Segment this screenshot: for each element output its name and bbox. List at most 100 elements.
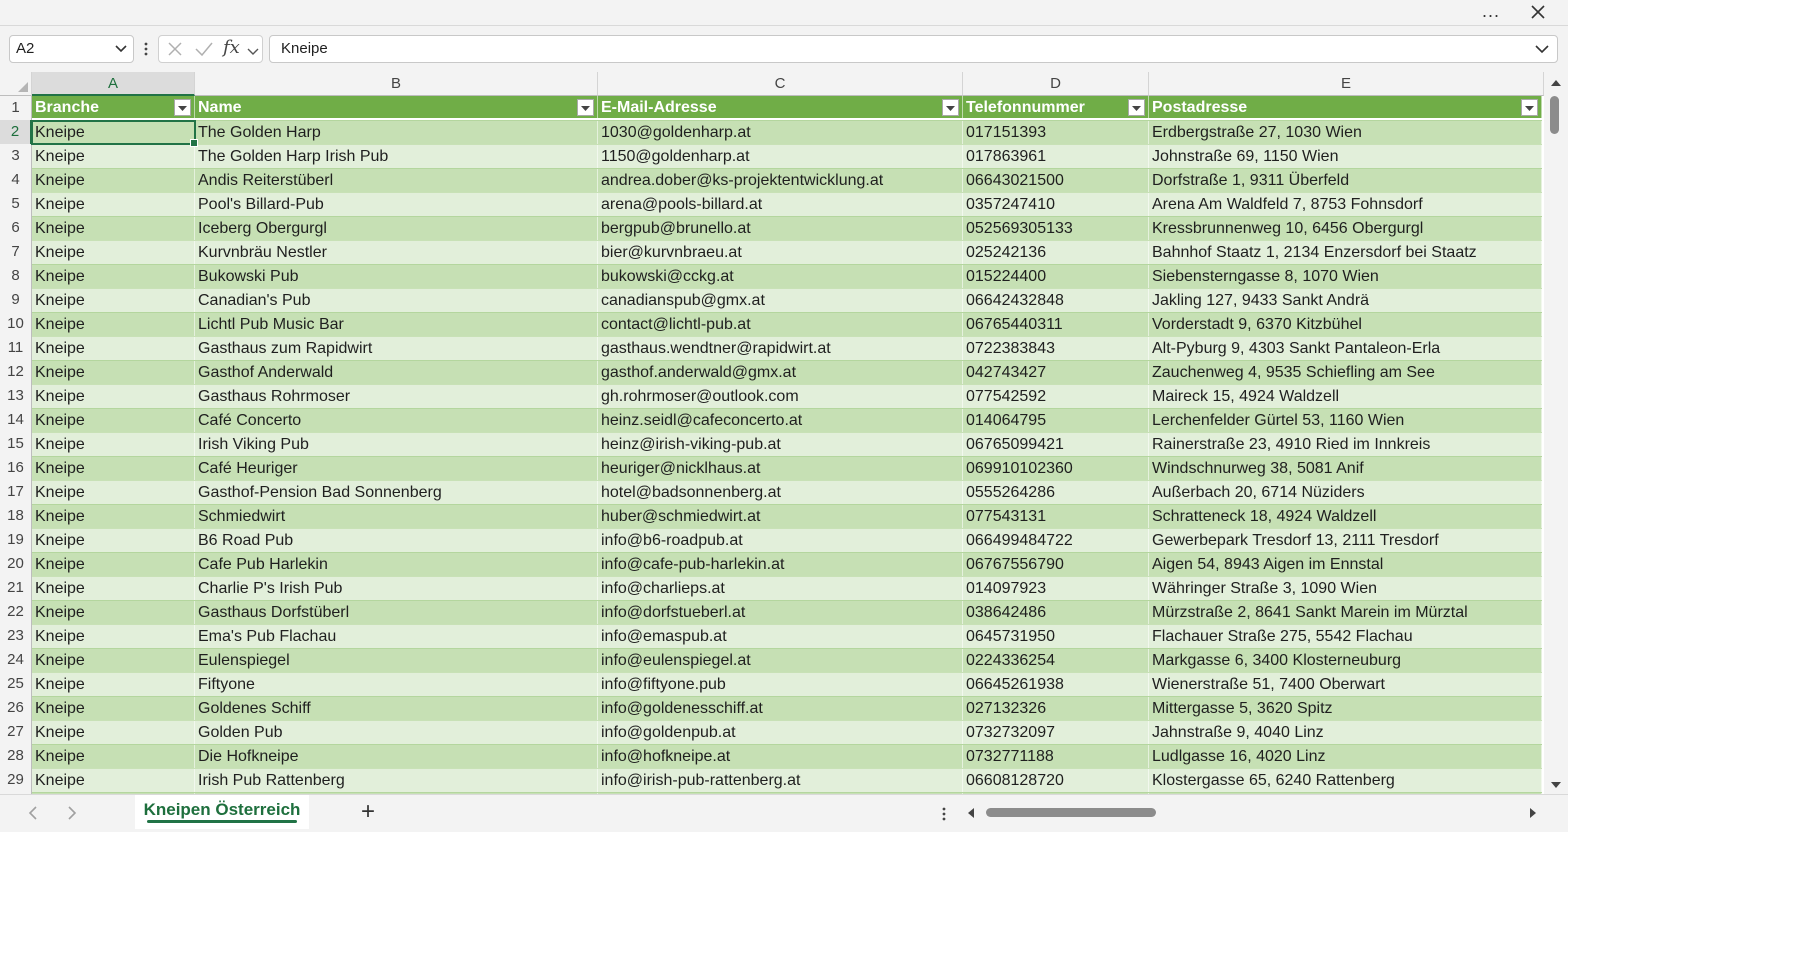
row-header[interactable]: 13 (0, 384, 32, 408)
table-header-branche[interactable]: Branche (32, 96, 195, 120)
cell-email[interactable]: bukowski@cckg.at (598, 265, 963, 289)
cell-address[interactable]: Windschnurweg 38, 5081 Anif (1149, 457, 1542, 481)
row-header[interactable]: 17 (0, 480, 32, 504)
row-header-1[interactable]: 1 (0, 96, 32, 120)
cell-address[interactable]: Währinger Straße 3, 1090 Wien (1149, 577, 1542, 601)
sheet-tab-kneipen-osterreich[interactable]: Kneipen Österreich (135, 795, 309, 829)
cell-branche[interactable]: Kneipe (32, 145, 195, 169)
table-header-name[interactable]: Name (195, 96, 598, 120)
cell-name[interactable]: Gasthaus zum Rapidwirt (195, 337, 598, 361)
cell-branche[interactable]: Kneipe (32, 601, 195, 625)
row-header[interactable]: 6 (0, 216, 32, 240)
cell-email[interactable]: info@charlieps.at (598, 577, 963, 601)
cell-address[interactable]: Wienerstraße 51, 7400 Oberwart (1149, 673, 1542, 697)
row-header[interactable]: 2 (0, 120, 32, 144)
cell-address[interactable]: Markgasse 6, 3400 Klosterneuburg (1149, 649, 1542, 673)
table-header-email[interactable]: E-Mail-Adresse (598, 96, 963, 120)
row-header[interactable]: 23 (0, 624, 32, 648)
cell-address[interactable]: Schratteneck 18, 4924 Waldzell (1149, 505, 1542, 529)
vertical-scroll-thumb[interactable] (1550, 96, 1559, 134)
column-header-d[interactable]: D (963, 72, 1149, 96)
cell-name[interactable]: Gasthaus Rohrmoser (195, 385, 598, 409)
filter-dropdown-button[interactable] (942, 99, 959, 116)
cell-branche[interactable]: Kneipe (32, 505, 195, 529)
cell-branche[interactable]: Kneipe (32, 577, 195, 601)
name-box[interactable]: A2 (9, 35, 134, 63)
row-header[interactable]: 12 (0, 360, 32, 384)
row-header[interactable]: 9 (0, 288, 32, 312)
scroll-down-icon[interactable] (1550, 780, 1562, 790)
cell-phone[interactable]: 0357247410 (963, 193, 1149, 217)
cell-address[interactable]: Siebensterngasse 8, 1070 Wien (1149, 265, 1542, 289)
row-header[interactable]: 10 (0, 312, 32, 336)
cell-branche[interactable]: Kneipe (32, 385, 195, 409)
cell-branche[interactable]: Kneipe (32, 241, 195, 265)
confirm-entry-icon[interactable] (194, 40, 214, 63)
cell-email[interactable]: info@dorfstueberl.at (598, 601, 963, 625)
cell-phone[interactable]: 038642486 (963, 601, 1149, 625)
cell-address[interactable]: Maireck 15, 4924 Waldzell (1149, 385, 1542, 409)
filter-dropdown-button[interactable] (1521, 99, 1538, 116)
cell-phone[interactable]: 042743427 (963, 361, 1149, 385)
cell-email[interactable]: info@irish-pub-rattenberg.at (598, 769, 963, 793)
cell-name[interactable]: Charlie P's Irish Pub (195, 577, 598, 601)
select-all-button[interactable] (0, 72, 32, 96)
cell-branche[interactable]: Kneipe (32, 121, 195, 145)
cell-email[interactable]: 1030@goldenharp.at (598, 121, 963, 145)
cell-name[interactable]: Gasthaus Dorfstüberl (195, 601, 598, 625)
cell-branche[interactable]: Kneipe (32, 721, 195, 745)
cell-address[interactable]: Kressbrunnenweg 10, 6456 Obergurgl (1149, 217, 1542, 241)
cell-name[interactable]: Golden Pub (195, 721, 598, 745)
row-header[interactable]: 15 (0, 432, 32, 456)
cell-email[interactable]: info@hofkneipe.at (598, 745, 963, 769)
cell-phone[interactable]: 0555264286 (963, 481, 1149, 505)
cell-branche[interactable]: Kneipe (32, 433, 195, 457)
cell-branche[interactable]: Kneipe (32, 217, 195, 241)
row-header[interactable]: 28 (0, 744, 32, 768)
cell-address[interactable]: Erdbergstraße 27, 1030 Wien (1149, 121, 1542, 145)
cell-branche[interactable]: Kneipe (32, 457, 195, 481)
cell-phone[interactable]: 069910102360 (963, 457, 1149, 481)
cell-phone[interactable]: 015224400 (963, 265, 1149, 289)
cell-phone[interactable]: 014064795 (963, 409, 1149, 433)
row-header[interactable]: 8 (0, 264, 32, 288)
vertical-scrollbar[interactable] (1544, 72, 1568, 794)
cell-name[interactable]: Café Heuriger (195, 457, 598, 481)
cell-email[interactable]: info@emaspub.at (598, 625, 963, 649)
cell-name[interactable]: Bukowski Pub (195, 265, 598, 289)
vertical-dots-icon[interactable] (938, 805, 950, 823)
cell-name[interactable]: Goldenes Schiff (195, 697, 598, 721)
cell-email[interactable]: huber@schmiedwirt.at (598, 505, 963, 529)
cell-email[interactable]: info@goldenesschiff.at (598, 697, 963, 721)
column-header-e[interactable]: E (1149, 72, 1544, 96)
previous-sheet-icon[interactable] (25, 804, 41, 822)
cell-email[interactable]: contact@lichtl-pub.at (598, 313, 963, 337)
cell-email[interactable]: gasthof.anderwald@gmx.at (598, 361, 963, 385)
cell-address[interactable]: Gewerbepark Tresdorf 13, 2111 Tresdorf (1149, 529, 1542, 553)
cell-phone[interactable]: 06608128720 (963, 769, 1149, 793)
filter-dropdown-button[interactable] (1128, 99, 1145, 116)
cell-branche[interactable]: Kneipe (32, 673, 195, 697)
cell-email[interactable]: info@goldenpub.at (598, 721, 963, 745)
worksheet-grid[interactable]: A B C D E 1 Branche Name E-Mail-Adresse Tele… (0, 72, 1568, 794)
row-header[interactable]: 4 (0, 168, 32, 192)
cell-email[interactable]: info@cafe-pub-harlekin.at (598, 553, 963, 577)
cell-phone[interactable]: 077542592 (963, 385, 1149, 409)
horizontal-scroll-thumb[interactable] (986, 808, 1156, 817)
cell-name[interactable]: Pool's Billard-Pub (195, 193, 598, 217)
cell-name[interactable]: Andis Reiterstüberl (195, 169, 598, 193)
add-sheet-button[interactable]: + (354, 799, 382, 827)
cell-name[interactable]: Irish Viking Pub (195, 433, 598, 457)
scroll-left-icon[interactable] (966, 807, 976, 819)
row-header[interactable]: 5 (0, 192, 32, 216)
cell-phone[interactable]: 06767556790 (963, 553, 1149, 577)
next-sheet-icon[interactable] (64, 804, 80, 822)
cell-address[interactable]: Mittergasse 5, 3620 Spitz (1149, 697, 1542, 721)
cell-phone[interactable]: 06645261938 (963, 673, 1149, 697)
row-header[interactable]: 25 (0, 672, 32, 696)
cell-email[interactable]: heinz.seidl@cafeconcerto.at (598, 409, 963, 433)
cell-name[interactable]: Canadian's Pub (195, 289, 598, 313)
cell-phone[interactable]: 0224336254 (963, 649, 1149, 673)
cell-phone[interactable]: 06765440311 (963, 313, 1149, 337)
cell-name[interactable]: Gasthof Anderwald (195, 361, 598, 385)
